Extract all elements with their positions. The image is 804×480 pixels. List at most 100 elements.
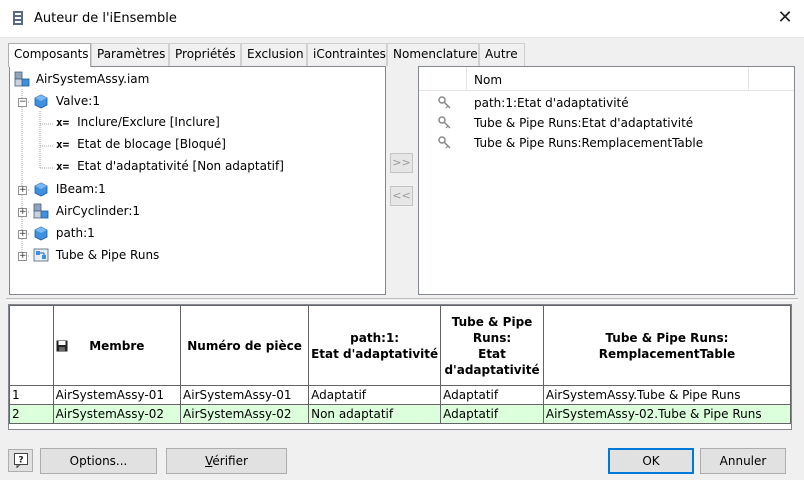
verify-label: érifier	[212, 454, 248, 468]
path-adaptive-cell[interactable]: Non adaptatif	[308, 404, 442, 424]
part-cube-icon	[34, 182, 48, 197]
tube-pipe-runs-icon	[33, 248, 49, 262]
selected-items-list[interactable]: Nom path:1:Etat d'adaptativité Tube & Pi…	[418, 66, 795, 295]
tree-item-path[interactable]: path:1	[33, 225, 95, 245]
tree-item-adaptive-state[interactable]: x= Etat d'adaptativité [Non adaptatif]	[56, 159, 284, 179]
help-glyph: ?	[18, 456, 23, 466]
table-row[interactable]: 2 AirSystemAssy-02 AirSystemAssy-02 Non …	[9, 404, 791, 424]
expand-icon[interactable]: +	[18, 230, 27, 239]
help-button[interactable]: ?	[8, 449, 33, 472]
header-line: Tube & Pipe Runs:	[605, 330, 729, 345]
tab-icontraintes[interactable]: iContraintes	[307, 43, 387, 66]
add-to-list-button[interactable]: >>	[390, 153, 413, 173]
table-header-row: Membre Numéro de pièce path:1: Etat d'ad…	[9, 305, 791, 386]
header-line: d'adaptativité	[444, 362, 540, 377]
list-header: Nom	[419, 67, 794, 91]
parameter-icon: x=	[56, 138, 70, 151]
part-number-cell[interactable]: AirSystemAssy-02	[180, 404, 310, 424]
table-row[interactable]: 1 AirSystemAssy-01 AirSystemAssy-01 Adap…	[9, 385, 791, 405]
path-adaptive-column-header[interactable]: path:1: Etat d'adaptativité	[308, 305, 442, 386]
help-icon: ?	[14, 453, 28, 468]
key-icon	[438, 136, 451, 149]
save-icon[interactable]	[56, 340, 68, 352]
list-item-label: path:1:Etat d'adaptativité	[474, 96, 629, 110]
tube-adaptive-column-header[interactable]: Tube & Pipe Runs: Etat d'adaptativité	[440, 305, 544, 386]
header-line: path:1:	[350, 330, 400, 345]
tab-composants[interactable]: Composants	[8, 43, 91, 67]
path-adaptive-cell[interactable]: Adaptatif	[308, 385, 442, 405]
tree-item-label: Etat de blocage [Bloqué]	[77, 137, 226, 151]
list-item[interactable]: Tube & Pipe Runs:RemplacementTable	[419, 133, 794, 153]
part-number-cell[interactable]: AirSystemAssy-01	[180, 385, 310, 405]
tree-item-valve[interactable]: Valve:1	[33, 93, 100, 113]
tree-item-lock-state[interactable]: x= Etat de blocage [Bloqué]	[56, 137, 226, 157]
header-line: RemplacementTable	[598, 346, 736, 361]
tree-item-label: Tube & Pipe Runs	[55, 247, 160, 262]
member-table: Membre Numéro de pièce path:1: Etat d'ad…	[8, 304, 792, 430]
name-column-header[interactable]: Nom	[474, 73, 502, 87]
assembly-icon	[33, 203, 49, 219]
header-line: Runs:	[472, 330, 512, 345]
tree-item-label: AirCyclinder:1	[55, 203, 141, 218]
tree-item-label: AirSystemAssy.iam	[35, 71, 150, 86]
tree-item-label: Inclure/Exclure [Inclure]	[77, 115, 220, 129]
splitter[interactable]	[6, 298, 798, 301]
icon-column-header[interactable]	[419, 67, 467, 91]
title-bar: Auteur de l'iEnsemble ✕	[0, 0, 804, 38]
options-button[interactable]: Options...	[40, 448, 157, 474]
tree-item-aircylinder[interactable]: AirCyclinder:1	[33, 203, 140, 223]
row-number[interactable]: 1	[9, 385, 54, 405]
member-cell[interactable]: AirSystemAssy-01	[52, 385, 182, 405]
parameter-icon: x=	[56, 160, 70, 173]
member-column-header[interactable]: Membre	[52, 305, 182, 386]
member-cell[interactable]: AirSystemAssy-02	[52, 404, 182, 424]
row-number[interactable]: 2	[9, 404, 54, 424]
tree-item-label: path:1	[55, 225, 95, 240]
verify-button[interactable]: Vérifier	[166, 448, 287, 474]
tree-item-label: Etat d'adaptativité [Non adaptatif]	[77, 159, 284, 173]
window-title: Auteur de l'iEnsemble	[34, 11, 177, 26]
component-tree[interactable]: AirSystemAssy.iam − Valve:1 x= Inclure/E…	[9, 66, 386, 295]
tube-adaptive-cell[interactable]: Adaptatif	[440, 404, 544, 424]
tree-item-tube-pipe-runs[interactable]: Tube & Pipe Runs	[33, 247, 159, 267]
tab-exclusion[interactable]: Exclusion	[241, 43, 307, 66]
replacement-table-cell[interactable]: AirSystemAssy.Tube & Pipe Runs	[542, 385, 791, 405]
tab-autre[interactable]: Autre	[479, 43, 525, 66]
header-line: Etat d'adaptativité	[311, 346, 439, 361]
remove-from-list-button[interactable]: <<	[390, 186, 413, 206]
tab-nomenclature[interactable]: Nomenclature	[387, 43, 479, 66]
key-icon	[438, 96, 451, 109]
replacement-table-column-header[interactable]: Tube & Pipe Runs: RemplacementTable	[542, 305, 791, 386]
header-line: Etat	[478, 346, 506, 361]
tree-item-label: Valve:1	[55, 93, 100, 108]
iassembly-author-icon	[13, 11, 23, 25]
member-header-label: Membre	[89, 338, 145, 353]
tube-adaptive-cell[interactable]: Adaptatif	[440, 385, 544, 405]
expand-icon[interactable]: +	[18, 208, 27, 217]
part-number-column-header[interactable]: Numéro de pièce	[180, 305, 310, 386]
part-cube-icon	[34, 94, 48, 109]
tree-item-root[interactable]: AirSystemAssy.iam	[14, 71, 149, 91]
assembly-icon	[14, 71, 30, 87]
key-icon	[438, 116, 451, 129]
close-icon[interactable]: ✕	[774, 8, 796, 30]
tab-proprietes[interactable]: Propriétés	[169, 43, 241, 66]
list-item-label: Tube & Pipe Runs:Etat d'adaptativité	[474, 116, 694, 130]
tree-item-label: IBeam:1	[55, 181, 106, 196]
collapse-icon[interactable]: −	[18, 98, 27, 107]
ok-button[interactable]: OK	[608, 448, 694, 474]
row-number-header[interactable]	[9, 305, 54, 386]
list-item-label: Tube & Pipe Runs:RemplacementTable	[474, 136, 704, 150]
list-item[interactable]: Tube & Pipe Runs:Etat d'adaptativité	[419, 113, 794, 133]
tree-item-ibeam[interactable]: IBeam:1	[33, 181, 106, 201]
tree-item-include-exclude[interactable]: x= Inclure/Exclure [Inclure]	[56, 115, 220, 135]
cancel-button[interactable]: Annuler	[700, 448, 786, 474]
tab-parametres[interactable]: Paramètres	[91, 43, 169, 66]
expand-icon[interactable]: +	[18, 186, 27, 195]
column-separator	[748, 67, 749, 91]
expand-icon[interactable]: +	[18, 252, 27, 261]
part-cube-icon	[34, 226, 48, 241]
list-item[interactable]: path:1:Etat d'adaptativité	[419, 93, 794, 113]
replacement-table-cell[interactable]: AirSystemAssy-02.Tube & Pipe Runs	[542, 404, 791, 424]
part-number-header-label: Numéro de pièce	[187, 338, 302, 353]
